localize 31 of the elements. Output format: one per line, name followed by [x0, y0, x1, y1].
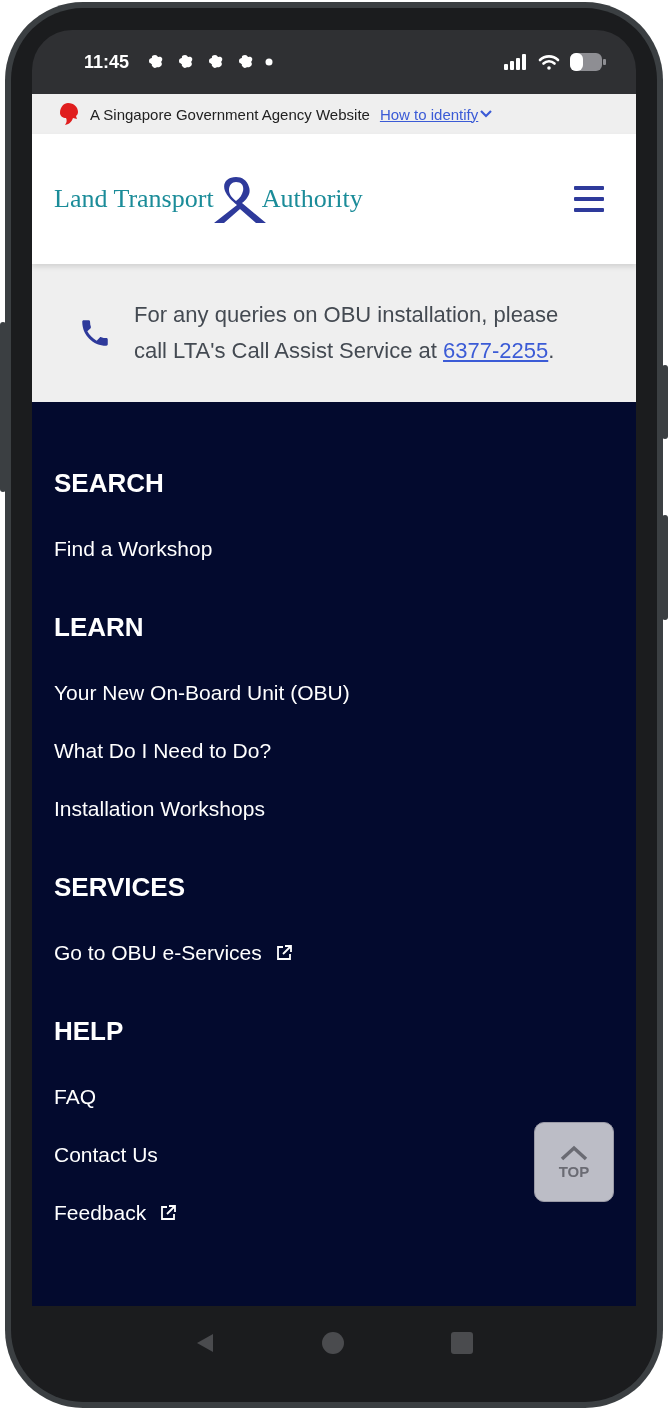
recents-icon[interactable] [451, 1332, 473, 1354]
footer-heading: HELP [54, 1015, 125, 1048]
banner-text: A Singapore Government Agency Website [90, 105, 370, 123]
signal-icon [504, 54, 528, 70]
footer-link[interactable]: Your New On-Board Unit (OBU) [54, 681, 350, 705]
external-link-icon [160, 1205, 177, 1221]
back-icon[interactable] [195, 1332, 215, 1354]
menu-button[interactable] [574, 186, 604, 212]
home-icon[interactable] [321, 1331, 345, 1355]
footer-heading: SEARCH [54, 467, 165, 500]
footer-link[interactable]: Contact Us [54, 1143, 158, 1167]
footer-link[interactable]: Go to OBU e-Services [54, 941, 262, 965]
footer-link[interactable]: Installation Workshops [54, 797, 265, 821]
footer-link[interactable]: FAQ [54, 1085, 96, 1109]
notice-text: For any queries on OBU installation, please call LTA's Call Assist Service at 6377-2255. [134, 301, 560, 365]
footer-link[interactable]: Feedback [54, 1201, 147, 1225]
footer-heading: SERVICES [54, 871, 186, 904]
identify-link[interactable]: How to identify [379, 105, 493, 123]
external-link-icon [275, 945, 292, 961]
dot-icon [265, 58, 274, 66]
footer-link[interactable]: Find a Workshop [54, 537, 213, 561]
wifi-icon [538, 53, 560, 71]
chevron-up-icon [559, 1144, 589, 1161]
logo-text: Authority [261, 184, 363, 214]
clock: 11:45 [84, 51, 130, 73]
chevron-down-icon [480, 110, 493, 118]
battery-icon [570, 53, 606, 71]
logo-text: Land Transport [54, 184, 214, 214]
footer-heading: LEARN [54, 611, 145, 644]
phone-link[interactable]: 6377-2255 [443, 338, 549, 363]
footer-link[interactable]: What Do I Need to Do? [54, 739, 272, 763]
